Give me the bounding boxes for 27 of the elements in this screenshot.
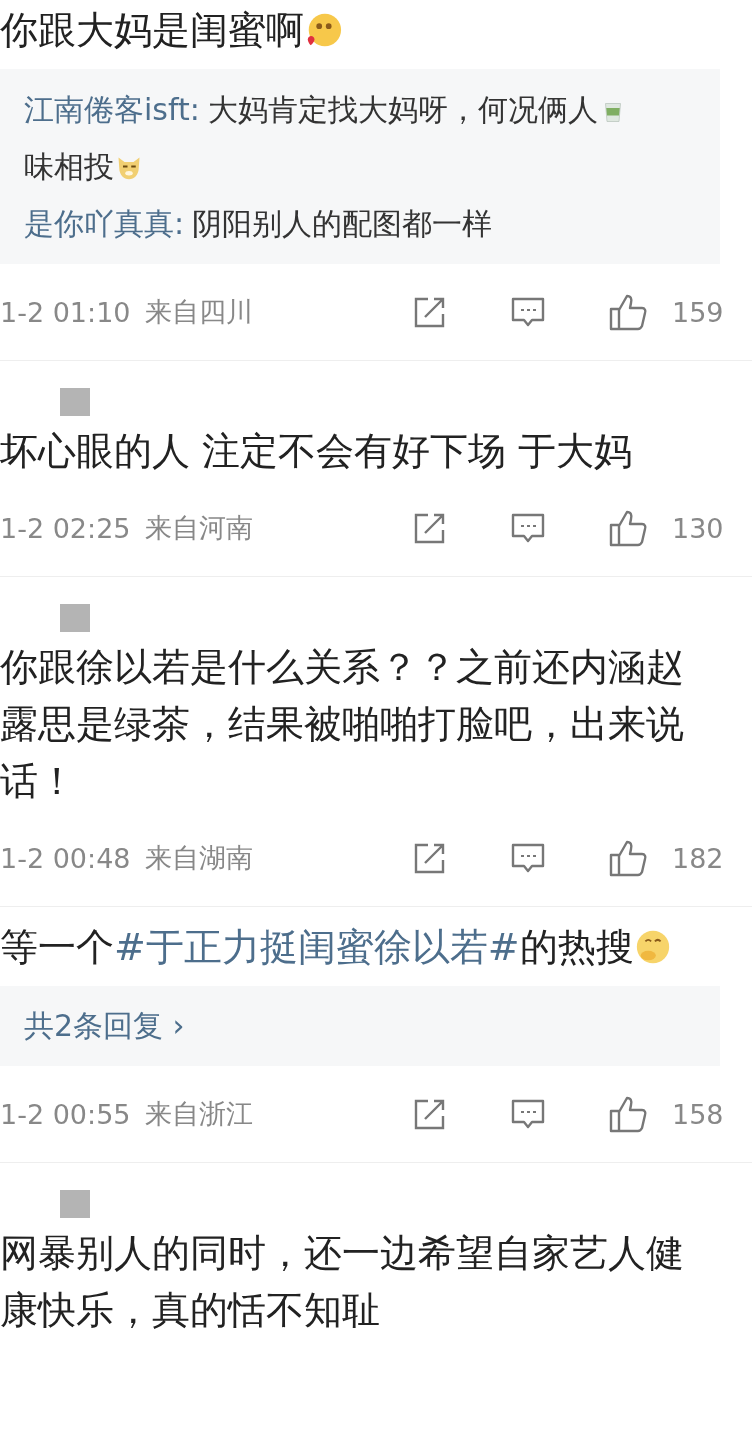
more-replies-link[interactable]: 共2条回复 › <box>24 998 185 1054</box>
comment-text: 等一个#于正力挺闺蜜徐以若#的热搜 <box>0 919 720 976</box>
redacted-name <box>60 388 90 416</box>
reply-text: 是你吖真真: 阴阳别人的配图都一样 <box>24 205 494 243</box>
comment-date: 1-2 00:55 <box>0 1098 131 1130</box>
like-count: 159 <box>672 296 720 328</box>
redacted-name <box>60 604 90 632</box>
comment-date: 1-2 01:10 <box>0 296 131 328</box>
comment-text: 坏心眼的人 注定不会有好下场 于大妈 <box>0 428 634 475</box>
comment-text: 你跟徐以若是什么关系？？之前还内涵赵露思是绿茶，结果被啪啪打脸吧，出来说话！ <box>0 644 685 805</box>
comment-location: 来自湖南 <box>144 841 253 875</box>
redacted-name <box>60 1190 90 1218</box>
comment-date: 1-2 00:48 <box>0 842 131 874</box>
thumbs-up-icon[interactable] <box>608 508 648 548</box>
comment-date: 1-2 02:25 <box>0 512 131 544</box>
comment-location: 来自河南 <box>144 511 253 545</box>
comment-text: 你跟大妈是闺蜜啊 <box>0 2 720 59</box>
thumbs-up-icon[interactable] <box>608 292 648 332</box>
like-count: 130 <box>672 512 720 544</box>
thumbs-up-icon[interactable] <box>608 1094 648 1134</box>
like-count: 182 <box>672 842 720 874</box>
comment-text: 网暴别人的同时，还一边希望自家艺人健康快乐，真的恬不知耻 <box>0 1230 685 1334</box>
reply-text: 江南倦客isft: 大妈肯定找大妈呀，何况俩人 味相投 <box>24 81 636 195</box>
thumbs-up-icon[interactable] <box>608 838 648 878</box>
like-count: 158 <box>672 1098 720 1130</box>
comment-location: 来自四川 <box>144 295 253 329</box>
comment-location: 来自浙江 <box>144 1097 253 1131</box>
